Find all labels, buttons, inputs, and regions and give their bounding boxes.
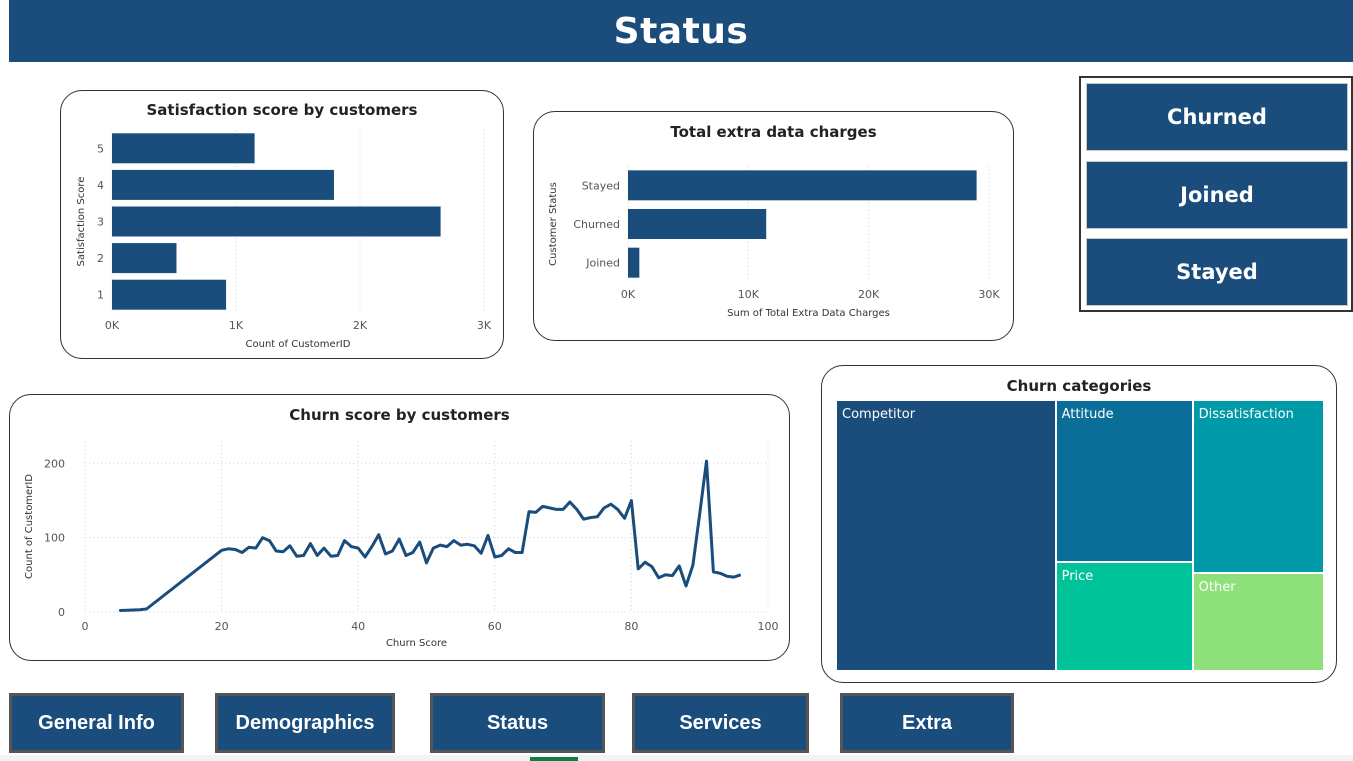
- satisfaction-bar: [112, 206, 441, 237]
- treemap-cell-other[interactable]: Other: [1192, 572, 1324, 671]
- extra-charges-bar: [628, 170, 977, 201]
- churn-score-x-tick-label: 60: [488, 620, 502, 633]
- page-header: Status: [9, 0, 1353, 62]
- churn-score-line: [119, 459, 742, 612]
- satisfaction-category-label: 3: [97, 216, 104, 229]
- churn-score-x-tick-label: 0: [82, 620, 89, 633]
- extra-charges-x-axis-label: Sum of Total Extra Data Charges: [727, 308, 890, 319]
- treemap-cell-price[interactable]: Price: [1055, 562, 1193, 671]
- churned-filter-button[interactable]: Churned: [1086, 83, 1348, 151]
- treemap-cell-competitor[interactable]: Competitor: [836, 400, 1056, 671]
- churn-score-chart: 0 20 40 60 80 100 0 100 200 Churn Score Count of C…: [24, 441, 779, 649]
- satisfaction-x-tick-label: 3K: [477, 319, 492, 332]
- extra-charges-y-axis-label: Customer Status: [548, 182, 559, 266]
- joined-filter-button[interactable]: Joined: [1086, 161, 1348, 229]
- satisfaction-bar: [112, 279, 227, 310]
- extra-charges-x-tick-label: 30K: [978, 288, 1000, 301]
- extra-charges-x-tick-label: 0K: [621, 288, 636, 301]
- satisfaction-chart-card: Satisfaction score by customers 0K 1K 2K 3K…: [60, 90, 504, 359]
- satisfaction-bar: [112, 243, 177, 274]
- satisfaction-bar: [112, 133, 255, 164]
- churn-categories-card: Churn categories Competitor Attitude Dissa…: [821, 365, 1337, 683]
- treemap-cell-dissatisfaction[interactable]: Dissatisfaction: [1192, 400, 1324, 573]
- nav-status-button[interactable]: Status: [430, 693, 605, 753]
- treemap-cell-label: Dissatisfaction: [1198, 407, 1294, 422]
- satisfaction-category-label: 1: [97, 289, 104, 302]
- treemap-cell-label: Price: [1061, 569, 1094, 585]
- churn-score-x-tick-label: 20: [215, 620, 229, 633]
- extra-charges-category-label: Stayed: [582, 179, 620, 192]
- extra-charges-chart: 0K 10K 20K 30K Stayed Churned Joined Sum of Tot…: [548, 166, 1000, 319]
- extra-charges-bar: [628, 209, 767, 239]
- nav-extra-button[interactable]: Extra: [840, 693, 1014, 753]
- churn-score-y-tick-label: 0: [58, 606, 65, 619]
- churn-score-x-axis-label: Churn Score: [386, 638, 447, 649]
- satisfaction-x-tick-label: 2K: [353, 319, 368, 332]
- churn-score-x-tick-label: 80: [624, 620, 638, 633]
- churn-score-x-tick-label: 40: [351, 620, 365, 633]
- page-title: Status: [613, 10, 749, 52]
- satisfaction-x-tick-label: 1K: [229, 319, 244, 332]
- churn-categories-treemap: Competitor Attitude Dissatisfaction Price Ot…: [836, 400, 1324, 671]
- churn-categories-title: Churn categories: [1006, 377, 1152, 395]
- satisfaction-category-label: 2: [97, 252, 104, 265]
- satisfaction-category-label: 4: [97, 179, 104, 192]
- satisfaction-x-axis-label: Count of CustomerID: [246, 339, 351, 350]
- treemap-cell-label: Attitude: [1061, 407, 1114, 422]
- extra-charges-category-label: Joined: [585, 257, 620, 270]
- extra-charges-x-tick-label: 20K: [858, 288, 880, 301]
- satisfaction-category-label: 5: [97, 142, 104, 155]
- churn-score-x-tick-label: 100: [758, 620, 779, 633]
- active-sheet-indicator: [530, 757, 578, 761]
- churn-score-y-tick-label: 100: [44, 532, 65, 545]
- treemap-cell-label: Other: [1198, 579, 1236, 595]
- sheet-tab-strip: [0, 755, 1353, 761]
- extra-charges-category-label: Churned: [573, 218, 620, 231]
- status-slicer: Churned Joined Stayed: [1079, 76, 1353, 312]
- churn-score-y-tick-label: 200: [44, 457, 65, 470]
- churn-score-chart-card: Churn score by customers 0 20 40 60 80 100 0 10…: [9, 394, 790, 661]
- satisfaction-bar: [112, 169, 334, 200]
- churn-score-y-axis-label: Count of CustomerID: [24, 474, 35, 579]
- satisfaction-x-tick-label: 0K: [105, 319, 120, 332]
- treemap-cell-attitude[interactable]: Attitude: [1055, 400, 1193, 563]
- extra-charges-x-tick-label: 10K: [738, 288, 760, 301]
- nav-services-button[interactable]: Services: [632, 693, 809, 753]
- satisfaction-y-axis-label: Satisfaction Score: [76, 177, 87, 267]
- nav-general-info-button[interactable]: General Info: [9, 693, 184, 753]
- treemap-cell-label: Competitor: [842, 407, 916, 422]
- nav-demographics-button[interactable]: Demographics: [215, 693, 395, 753]
- stayed-filter-button[interactable]: Stayed: [1086, 238, 1348, 306]
- extra-charges-chart-card: Total extra data charges 0K 10K 20K 30K Stay…: [533, 111, 1014, 341]
- extra-charges-bar: [628, 247, 640, 278]
- satisfaction-chart: 0K 1K 2K 3K 5 4 3 2 1 Count of CustomerID Satisfac…: [76, 130, 492, 350]
